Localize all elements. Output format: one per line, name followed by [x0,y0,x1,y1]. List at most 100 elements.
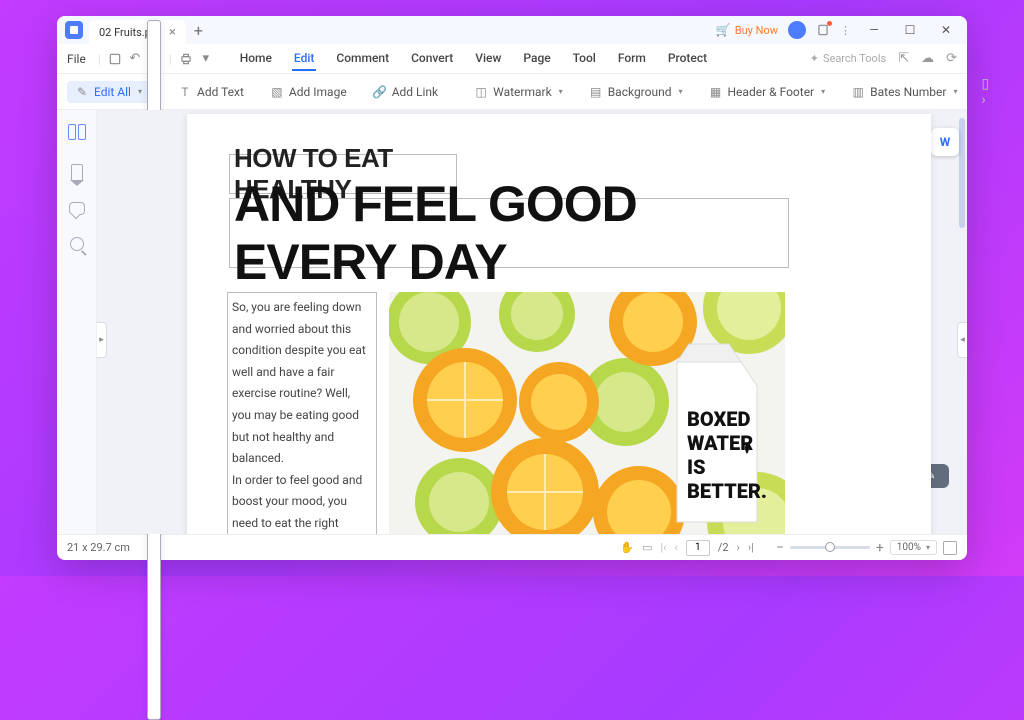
image-icon: ▧ [270,85,284,99]
tab-page[interactable]: Page [521,47,552,71]
prev-page-icon[interactable]: ‹ [674,541,677,554]
add-link-label: Add Link [392,85,438,99]
add-link-button[interactable]: 🔗 Add Link [365,81,446,103]
page-dimensions: 21 x 29.7 cm [67,541,130,554]
hand-tool-icon[interactable]: ✋ [620,541,634,554]
zoom-level-select[interactable]: 100% ▾ [890,540,937,555]
save-icon[interactable] [107,51,123,67]
add-text-label: Add Text [197,85,244,99]
header-footer-icon: ▦ [709,85,723,99]
dropdown-icon[interactable]: ▾ [198,51,214,67]
edit-all-button[interactable]: ✎ Edit All ▾ [67,81,150,103]
zoom-out-icon[interactable]: − [776,540,784,556]
app-body: ▸ ◂ W ✦✎ HOW TO EAT HEALTHY AND FEEL GOO… [57,110,967,534]
search-tools[interactable]: ✦ Search Tools ⇱ ☁ ⟳ [810,51,957,66]
search-icon[interactable] [70,237,84,251]
pdf-page[interactable]: HOW TO EAT HEALTHY AND FEEL GOOD EVERY D… [187,114,931,534]
app-window: 02 Fruits.pdf × + 🛒 Buy Now ⋮ ― ☐ ✕ File… [57,16,967,560]
user-avatar[interactable] [788,21,806,39]
hero-image[interactable]: BOXED WATER IS BETTER. [389,292,785,534]
pencil-icon: ✎ [75,85,89,99]
body-text-box[interactable]: So, you are feeling down and worried abo… [227,292,377,534]
tab-protect[interactable]: Protect [666,47,709,71]
svg-text:WATER: WATER [687,431,753,455]
scrollbar-thumb[interactable] [959,118,965,228]
page-nav-cluster: ✋ ▭ |‹ ‹ /2 › ›| − + 100% ▾ [620,540,957,556]
select-tool-icon[interactable]: ▭ [642,541,652,554]
word-export-badge[interactable]: W [931,128,959,156]
left-rail [57,110,97,534]
tab-view[interactable]: View [473,47,503,71]
tab-home[interactable]: Home [238,47,274,71]
headline-2-box[interactable]: AND FEEL GOOD EVERY DAY [229,198,789,268]
cart-icon: 🛒 [716,23,731,37]
window-close[interactable]: ✕ [933,20,959,40]
citrus-illustration: BOXED WATER IS BETTER. [389,292,785,534]
file-menu[interactable]: File [67,52,86,66]
svg-text:BOXED: BOXED [687,407,750,431]
tab-edit[interactable]: Edit [292,47,316,71]
chevron-down-icon: ▾ [953,87,957,96]
expand-left-handle[interactable]: ▸ [97,322,107,358]
tab-comment[interactable]: Comment [334,47,391,71]
text-icon: T [178,85,192,99]
new-tab-button[interactable]: + [194,21,203,40]
last-page-icon[interactable]: ›| [748,541,754,554]
next-page-icon[interactable]: › [737,541,740,554]
zoom-level-label: 100% [897,542,921,553]
undo-icon[interactable]: ↶ [127,51,143,67]
comments-icon[interactable] [69,202,85,215]
header-footer-label: Header & Footer [728,85,815,99]
window-minimize[interactable]: ― [861,20,887,40]
zoom-cluster: − + 100% ▾ [776,540,957,556]
share-icon[interactable]: ⇱ [898,51,909,66]
add-text-button[interactable]: T Add Text [170,81,252,103]
chevron-down-icon: ▾ [821,87,825,96]
kebab-menu-icon[interactable]: ⋮ [840,24,851,37]
thumbnails-icon[interactable] [68,124,86,142]
link-icon: 🔗 [373,85,387,99]
tab-convert[interactable]: Convert [409,47,455,71]
first-page-icon[interactable]: |‹ [660,541,666,554]
refresh-icon[interactable]: ⟳ [946,51,957,66]
add-image-button[interactable]: ▧ Add Image [262,81,355,103]
chevron-down-icon: ▾ [138,87,142,96]
bookmark-icon[interactable] [71,164,83,180]
print-icon[interactable] [178,51,194,67]
chevron-down-icon: ▾ [926,543,930,552]
watermark-label: Watermark [493,85,552,99]
close-tab-icon[interactable]: × [169,25,176,40]
status-bar: 21 x 29.7 cm ✋ ▭ |‹ ‹ /2 › ›| − + 100% ▾ [57,534,967,560]
tab-form[interactable]: Form [616,47,648,71]
document-canvas[interactable]: ▸ ◂ W ✦✎ HOW TO EAT HEALTHY AND FEEL GOO… [97,110,967,534]
header-footer-button[interactable]: ▦ Header & Footer ▾ [701,81,834,103]
bates-label: Bates Number [870,85,946,99]
window-maximize[interactable]: ☐ [897,20,923,40]
total-pages-label: /2 [718,541,729,554]
fit-page-icon[interactable] [943,541,957,555]
tab-tool[interactable]: Tool [571,47,598,71]
watermark-icon: ◫ [474,85,488,99]
bates-number-button[interactable]: ▥ Bates Number ▾ [843,81,965,103]
toolbar-overflow[interactable]: ▯ › [976,76,996,108]
bates-icon: ▥ [851,85,865,99]
background-button[interactable]: ▤ Background ▾ [581,81,691,103]
svg-text:IS: IS [687,455,706,479]
zoom-in-icon[interactable]: + [876,540,884,556]
main-tabs: Home Edit Comment Convert View Page Tool… [238,47,709,71]
buy-now-button[interactable]: 🛒 Buy Now [716,23,778,37]
app-logo [65,21,83,39]
buy-now-label: Buy Now [735,24,778,37]
title-bar: 02 Fruits.pdf × + 🛒 Buy Now ⋮ ― ☐ ✕ [57,16,967,44]
expand-right-handle[interactable]: ◂ [957,322,967,358]
chevron-down-icon: ▾ [559,87,563,96]
zoom-slider[interactable] [790,546,870,549]
zoom-slider-thumb[interactable] [825,542,835,552]
notifications-icon[interactable] [816,23,830,37]
search-tools-label: Search Tools [823,52,886,65]
document-tab[interactable]: 02 Fruits.pdf × [89,20,186,44]
cloud-icon[interactable]: ☁ [921,51,934,66]
watermark-button[interactable]: ◫ Watermark ▾ [466,81,571,103]
background-icon: ▤ [589,85,603,99]
page-number-input[interactable] [686,540,710,556]
